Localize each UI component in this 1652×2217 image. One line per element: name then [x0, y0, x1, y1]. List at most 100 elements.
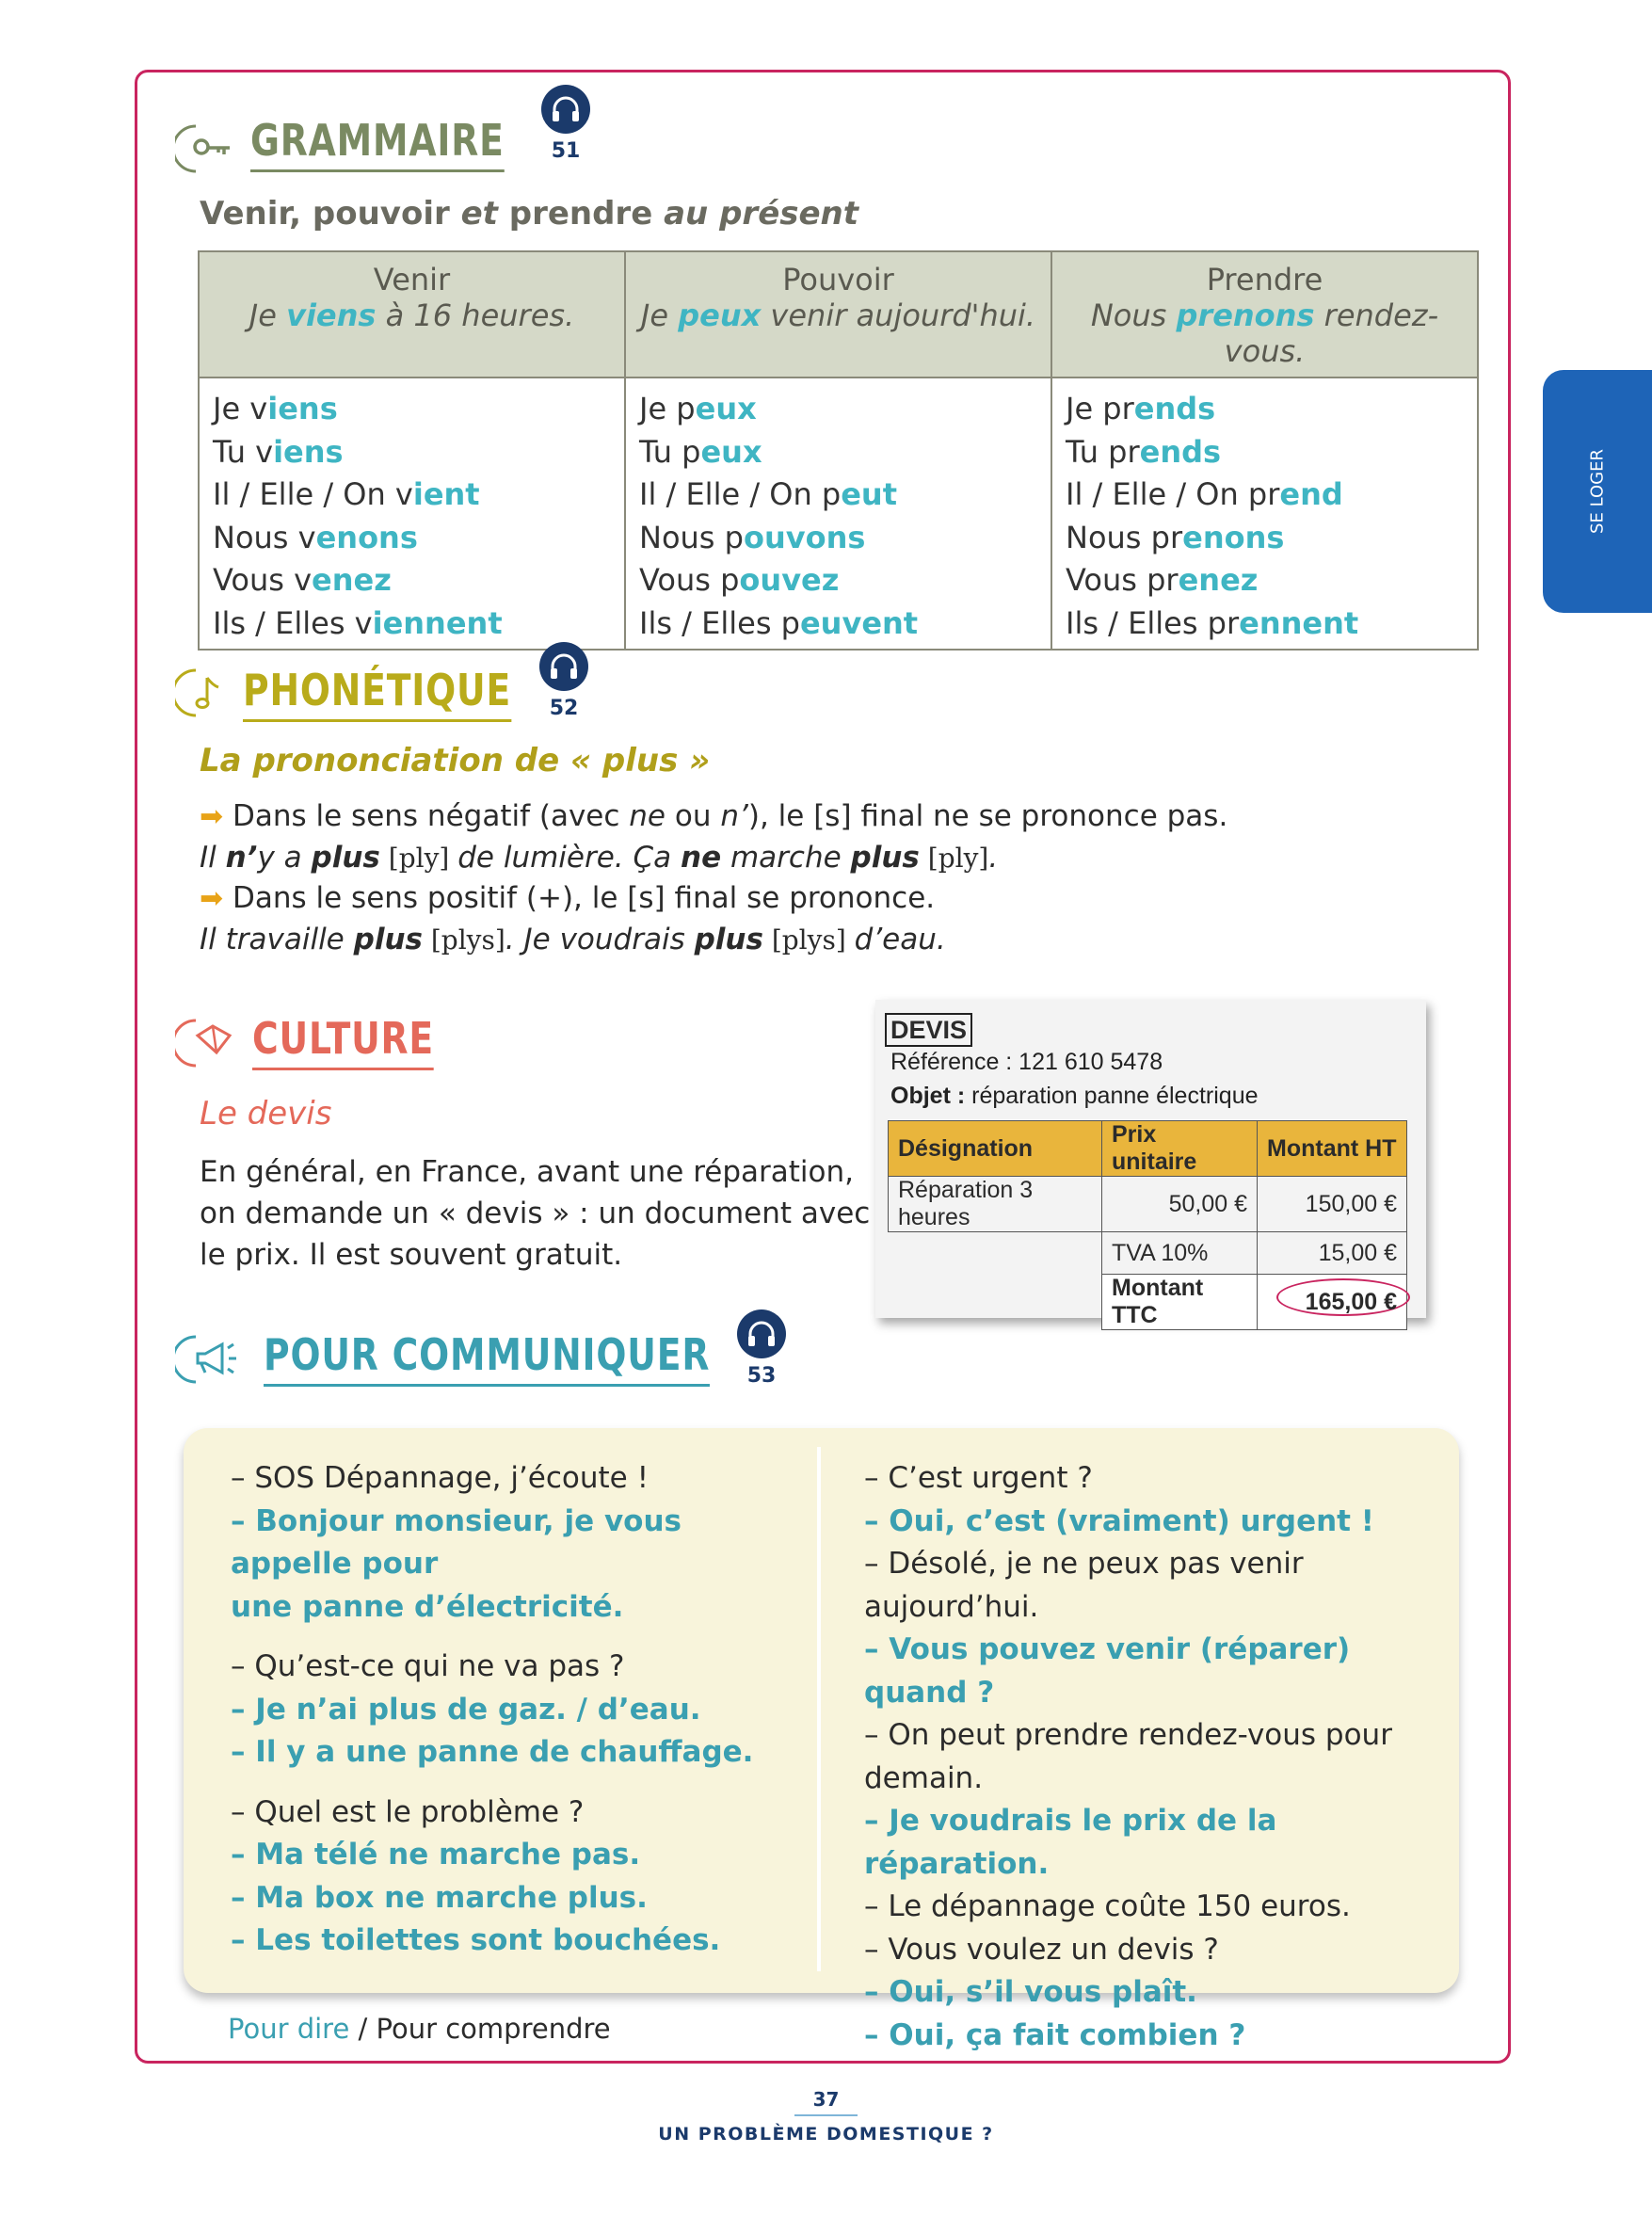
example-sentence: Nous prenons rendez-vous. — [1090, 297, 1439, 369]
conjugation-row: Il / Elle / On peut — [639, 476, 897, 512]
conjugation-row: Tu prends — [1066, 433, 1222, 470]
headphones-icon — [539, 642, 588, 691]
example-positive: Il travaille plus [plys]. Je voudrais pl… — [200, 922, 946, 956]
dialogue-line: – Il y a une panne de chauffage. — [231, 1735, 754, 1769]
cell-empty — [888, 1231, 1102, 1275]
side-tab-label: SE LOGER — [1587, 449, 1608, 534]
arrow-right-icon: ➡ — [200, 882, 224, 915]
conjugation-row: Il / Elle / On prend — [1066, 476, 1343, 512]
section-side-tab[interactable]: SE LOGER — [1543, 370, 1652, 613]
conjugation-row: Nous prenons — [1066, 519, 1285, 555]
column-header-pouvoir: Pouvoir Je peux venir aujourd'hui. — [624, 250, 1052, 378]
communiquer-title: POUR COMMUNIQUER — [264, 1329, 711, 1387]
megaphone-icon — [171, 1331, 260, 1391]
conjugation-row: Ils / Elles prennent — [1066, 604, 1359, 641]
dialogue-line: – SOS Dépannage, j’écoute ! — [231, 1461, 650, 1495]
headphones-icon — [541, 85, 590, 134]
column-divider — [817, 1447, 821, 1971]
grammaire-subtitle: Venir, pouvoir et prendre au présent — [200, 195, 859, 233]
cell-vat-label: TVA 10% — [1101, 1231, 1258, 1275]
dialogue-left: – SOS Dépannage, j’écoute ! – Bonjour mon… — [231, 1457, 805, 1963]
rule-negative: Dans le sens négatif (avec ne ou n’), le… — [233, 799, 1228, 833]
example-sentence: Je viens à 16 heures. — [249, 297, 575, 333]
page-number: 37 — [794, 2088, 858, 2116]
dialogue-line: – Vous voulez un devis ? — [864, 1932, 1219, 1967]
dialogue-line: une panne d’électricité. — [231, 1589, 624, 1624]
dialogue-line: – Oui, s’il vous plaît. — [864, 1975, 1197, 2009]
conjugation-venir: Je viens Tu viens Il / Elle / On vient Nous… — [198, 377, 626, 651]
cell-vat-amount: 15,00 € — [1257, 1231, 1407, 1275]
phonetique-title: PHONÉTIQUE — [243, 665, 512, 722]
culture-subtitle: Le devis — [200, 1095, 332, 1133]
dialogue-right: – C’est urgent ? – Oui, c’est (vraiment) … — [864, 1457, 1448, 2057]
devis-table: Désignation Prix unitaire Montant HT Rép… — [888, 1120, 1410, 1330]
dialogue-line: – Je n’ai plus de gaz. / d’eau. — [231, 1692, 701, 1727]
dialogue-line: – On peut prendre rendez-vous pour — [864, 1718, 1392, 1752]
rule-positive: Dans le sens positif (+), le [s] final s… — [233, 881, 936, 915]
dialogue-line: – Je voudrais le prix de la réparation. — [864, 1804, 1277, 1881]
book-icon — [171, 1015, 250, 1075]
audio-track-51[interactable]: 51 — [541, 85, 590, 163]
conjugation-row: Je viens — [213, 391, 338, 426]
audio-track-53[interactable]: 53 — [737, 1309, 786, 1388]
devis-reference: Référence : 121 610 5478 — [890, 1049, 1163, 1075]
conjugation-row: Il / Elle / On vient — [213, 476, 480, 512]
phonetique-subtitle: La prononciation de « plus » — [200, 742, 711, 779]
dialogue-line: – Oui, c’est (vraiment) urgent ! — [864, 1503, 1374, 1538]
audio-number: 52 — [549, 697, 579, 720]
example-negative: Il n’y a plus [ply] de lumière. Ça ne ma… — [200, 840, 999, 875]
conjugation-table: Venir Je viens à 16 heures. Pouvoir Je p… — [198, 250, 1479, 651]
dialogue-line: – Désolé, je ne peux pas venir — [864, 1547, 1304, 1581]
conjugation-prendre: Je prends Tu prends Il / Elle / On prend No… — [1051, 377, 1479, 651]
dialogue-line: – Oui, ça fait combien ? — [864, 2017, 1246, 2052]
conjugation-row: Nous pouvons — [639, 519, 866, 555]
conjugation-row: Vous prenez — [1066, 562, 1259, 598]
cell-designation: Réparation 3 heures — [888, 1176, 1102, 1232]
cell-total-label: Montant TTC — [1101, 1274, 1258, 1330]
cell-unit-price: 50,00 € — [1101, 1176, 1258, 1232]
conjugation-pouvoir: Je peux Tu peux Il / Elle / On peut Nous po… — [624, 377, 1052, 651]
culture-title: CULTURE — [252, 1013, 435, 1070]
headphones-icon — [737, 1309, 786, 1358]
dialogue-legend: Pour dire / Pour comprendre — [228, 2013, 611, 2045]
dialogue-line: – Vous pouvez venir (réparer) quand ? — [864, 1632, 1351, 1710]
conjugation-row: Je peux — [639, 391, 757, 426]
conjugation-row: Tu peux — [639, 433, 762, 470]
unit-title: UN PROBLÈME DOMESTIQUE ? — [658, 2124, 994, 2145]
conjugation-row: Vous venez — [213, 562, 392, 598]
dialogue-line: – Les toilettes sont bouchées. — [231, 1923, 721, 1957]
audio-number: 51 — [551, 139, 581, 163]
column-header-venir: Venir Je viens à 16 heures. — [198, 250, 626, 378]
conjugation-row: Nous venons — [213, 519, 418, 555]
dialogue-line: – C’est urgent ? — [864, 1461, 1093, 1495]
conjugation-row: Vous pouvez — [639, 562, 840, 598]
dialogue-line: – Bonjour monsieur, je vous appelle pour — [231, 1503, 682, 1582]
dialogue-line: – Qu’est-ce qui ne va pas ? — [231, 1649, 625, 1683]
dialogue-line: – Ma télé ne marche pas. — [231, 1838, 641, 1872]
conjugation-row: Ils / Elles peuvent — [639, 604, 919, 641]
arrow-right-icon: ➡ — [200, 800, 224, 833]
phonetique-rules: ➡ Dans le sens négatif (avec ne ou n’), … — [200, 796, 1452, 960]
grammaire-title: GRAMMAIRE — [250, 115, 505, 172]
culture-text: En général, en France, avant une réparat… — [200, 1155, 871, 1272]
devis-object: Objet : réparation panne électrique — [890, 1083, 1259, 1109]
music-note-icon — [171, 665, 241, 725]
example-sentence: Je peux venir aujourd'hui. — [640, 297, 1036, 333]
header-designation: Désignation — [888, 1120, 1102, 1177]
audio-number: 53 — [746, 1364, 777, 1388]
cell-total-amount: 165,00 € — [1257, 1274, 1410, 1330]
audio-track-52[interactable]: 52 — [539, 642, 588, 720]
dialogue-line: demain. — [864, 1760, 984, 1795]
devis-document: DEVIS Référence : 121 610 5478 Objet : r… — [875, 1000, 1426, 1330]
conjugation-row: Ils / Elles viennent — [213, 604, 503, 641]
cell-empty — [889, 1275, 1102, 1330]
devis-label: DEVIS — [885, 1013, 973, 1047]
conjugation-row: Je prends — [1066, 391, 1216, 426]
header-amount: Montant HT — [1257, 1120, 1407, 1177]
key-icon — [171, 120, 241, 181]
header-unit-price: Prix unitaire — [1101, 1120, 1258, 1177]
dialogue-line: – Le dépannage coûte 150 euros. — [864, 1889, 1351, 1923]
dialogue-line: – Quel est le problème ? — [231, 1794, 585, 1829]
dialogue-line: – Ma box ne marche plus. — [231, 1880, 648, 1915]
